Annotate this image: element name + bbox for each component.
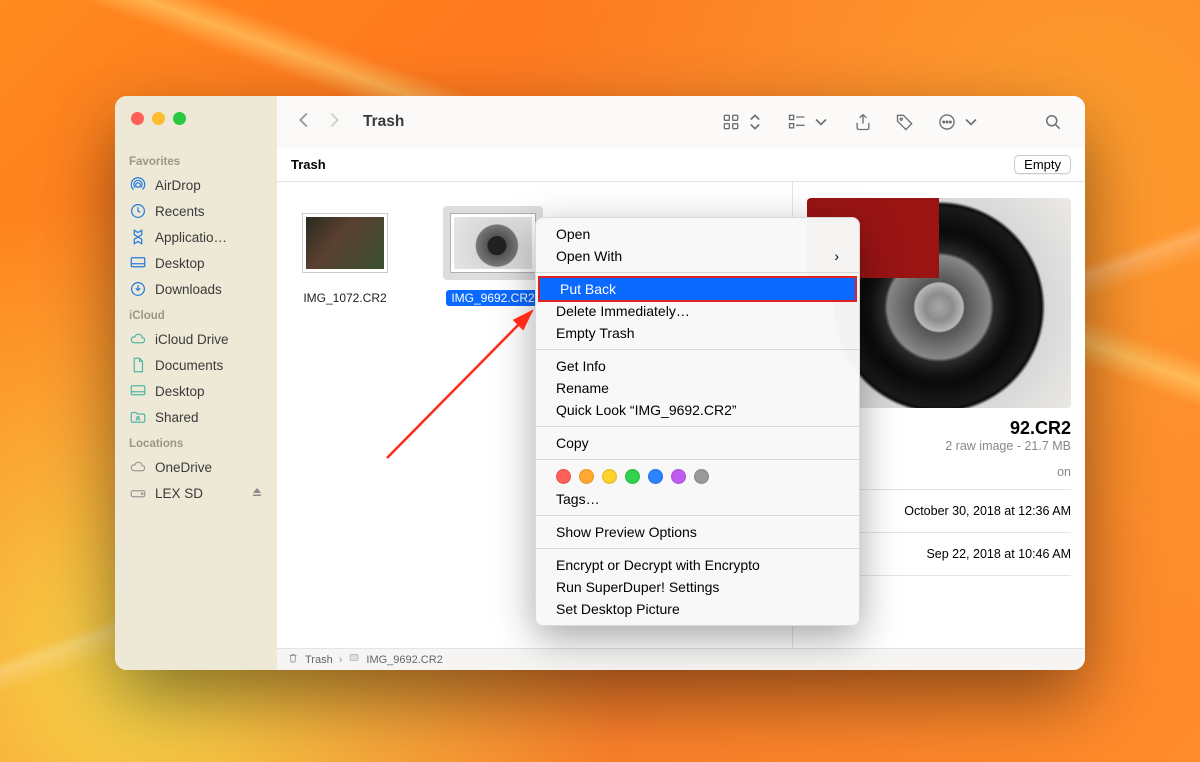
empty-trash-button[interactable]: Empty	[1014, 155, 1071, 174]
path-crumb[interactable]: Trash	[305, 654, 333, 666]
file-thumbnail	[303, 214, 387, 272]
forward-button[interactable]	[323, 109, 345, 136]
cloud-icon	[129, 330, 147, 348]
ctx-superduper[interactable]: Run SuperDuper! Settings	[536, 576, 859, 598]
minimize-window-button[interactable]	[152, 112, 165, 125]
desktop-icon	[129, 254, 147, 272]
sidebar-item-onedrive[interactable]: OneDrive	[115, 454, 277, 480]
sidebar-item-label: Applicatio…	[155, 230, 227, 245]
tag-color-gray[interactable]	[694, 469, 709, 484]
ctx-get-info[interactable]: Get Info	[536, 355, 859, 377]
sidebar-item-documents[interactable]: Documents	[115, 352, 277, 378]
file-label[interactable]: IMG_1072.CR2	[298, 290, 391, 306]
sidebar-item-label: Desktop	[155, 384, 205, 399]
sidebar-group-locations: Locations	[115, 430, 277, 454]
sidebar-item-recents[interactable]: Recents	[115, 198, 277, 224]
back-button[interactable]	[293, 109, 315, 136]
downloads-icon	[129, 280, 147, 298]
fullscreen-window-button[interactable]	[173, 112, 186, 125]
shared-folder-icon	[129, 408, 147, 426]
ctx-set-desktop-picture[interactable]: Set Desktop Picture	[536, 598, 859, 620]
sidebar-item-label: Recents	[155, 204, 205, 219]
sidebar-item-shared[interactable]: Shared	[115, 404, 277, 430]
sidebar-item-desktop[interactable]: Desktop	[115, 250, 277, 276]
location-label: Trash	[291, 157, 326, 172]
sidebar-group-favorites: Favorites	[115, 148, 277, 172]
ctx-rename[interactable]: Rename	[536, 377, 859, 399]
sidebar: Favorites AirDrop Recents Applicatio… De…	[115, 96, 277, 670]
group-by-button[interactable]	[781, 108, 837, 136]
trash-icon	[287, 652, 299, 667]
sidebar-item-icloud-drive[interactable]: iCloud Drive	[115, 326, 277, 352]
path-crumb[interactable]: IMG_9692.CR2	[366, 654, 442, 666]
eject-icon[interactable]	[251, 486, 263, 501]
file-thumbnail	[451, 214, 535, 272]
file-item-selected[interactable]: IMG_9692.CR2	[443, 206, 543, 306]
nav-controls	[293, 109, 345, 136]
ctx-empty-trash[interactable]: Empty Trash	[536, 322, 859, 344]
preview-filename: 92.CR2	[945, 418, 1071, 439]
preview-section: on	[945, 465, 1071, 479]
tag-color-red[interactable]	[556, 469, 571, 484]
sidebar-item-label: AirDrop	[155, 178, 201, 193]
sidebar-item-label: Downloads	[155, 282, 222, 297]
applications-icon	[129, 228, 147, 246]
tag-color-yellow[interactable]	[602, 469, 617, 484]
sidebar-item-airdrop[interactable]: AirDrop	[115, 172, 277, 198]
ctx-open[interactable]: Open	[536, 223, 859, 245]
sidebar-item-label: LEX SD	[155, 486, 203, 501]
actions-button[interactable]	[931, 108, 987, 136]
sidebar-item-label: Documents	[155, 358, 223, 373]
file-small-icon	[348, 652, 360, 667]
sidebar-item-icloud-desktop[interactable]: Desktop	[115, 378, 277, 404]
tag-color-green[interactable]	[625, 469, 640, 484]
ctx-quick-look[interactable]: Quick Look “IMG_9692.CR2”	[536, 399, 859, 421]
sidebar-item-label: iCloud Drive	[155, 332, 229, 347]
view-mode-button[interactable]	[715, 108, 771, 136]
ctx-delete-immediately[interactable]: Delete Immediately…	[536, 300, 859, 322]
close-window-button[interactable]	[131, 112, 144, 125]
ctx-show-preview-options[interactable]: Show Preview Options	[536, 521, 859, 543]
ctx-tag-colors	[536, 465, 859, 488]
tags-button[interactable]	[889, 108, 921, 136]
sidebar-group-icloud: iCloud	[115, 302, 277, 326]
file-item[interactable]: IMG_1072.CR2	[295, 206, 395, 306]
sidebar-item-label: Desktop	[155, 256, 205, 271]
desktop-icon	[129, 382, 147, 400]
sidebar-item-label: Shared	[155, 410, 199, 425]
disk-icon	[129, 484, 147, 502]
chevron-right-icon: ›	[834, 248, 839, 264]
tag-color-purple[interactable]	[671, 469, 686, 484]
ctx-tags[interactable]: Tags…	[536, 488, 859, 510]
tag-color-orange[interactable]	[579, 469, 594, 484]
clock-icon	[129, 202, 147, 220]
context-menu: Open Open With › Put Back Delete Immedia…	[535, 217, 860, 626]
ctx-put-back[interactable]: Put Back	[540, 278, 855, 300]
sidebar-item-downloads[interactable]: Downloads	[115, 276, 277, 302]
airdrop-icon	[129, 176, 147, 194]
path-bar: Trash › IMG_9692.CR2	[277, 648, 1085, 670]
window-title: Trash	[363, 113, 404, 131]
sidebar-item-label: OneDrive	[155, 460, 212, 475]
document-icon	[129, 356, 147, 374]
sidebar-item-lexsd[interactable]: LEX SD	[115, 480, 277, 506]
search-button[interactable]	[1037, 108, 1069, 136]
ctx-copy[interactable]: Copy	[536, 432, 859, 454]
tag-color-blue[interactable]	[648, 469, 663, 484]
sidebar-item-applications[interactable]: Applicatio…	[115, 224, 277, 250]
window-controls	[131, 112, 186, 125]
location-bar: Trash Empty	[277, 148, 1085, 182]
ctx-encrypt[interactable]: Encrypt or Decrypt with Encrypto	[536, 554, 859, 576]
toolbar: Trash	[277, 96, 1085, 148]
ctx-open-with[interactable]: Open With ›	[536, 245, 859, 267]
cloud-icon	[129, 458, 147, 476]
share-button[interactable]	[847, 108, 879, 136]
preview-subtitle: 2 raw image - 21.7 MB	[945, 439, 1071, 453]
file-label[interactable]: IMG_9692.CR2	[446, 290, 539, 306]
